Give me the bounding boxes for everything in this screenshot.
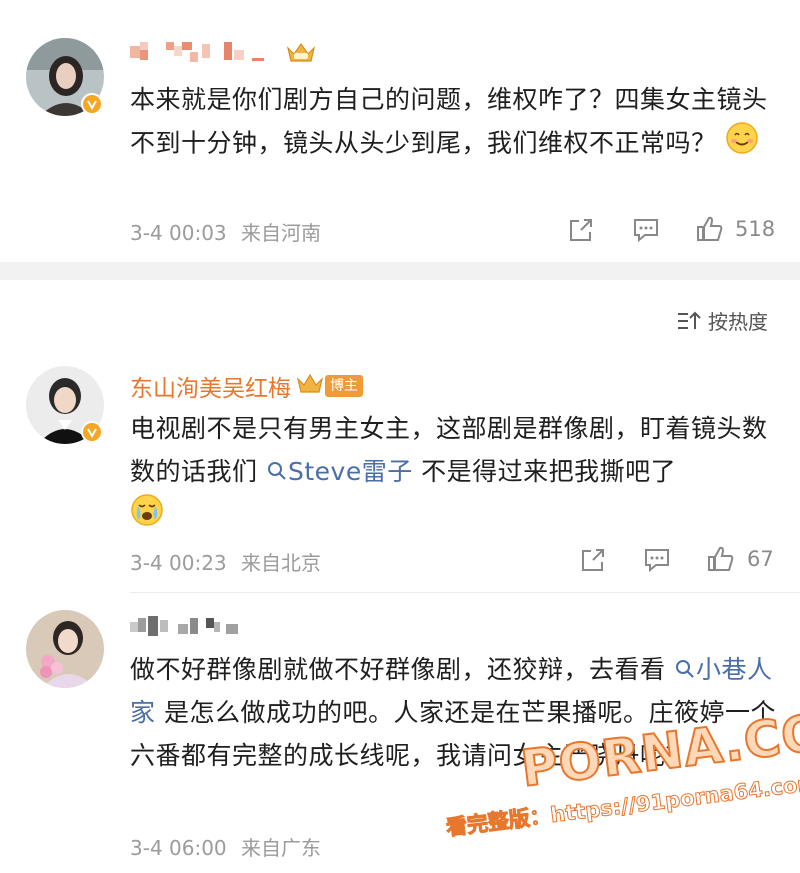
sort-icon xyxy=(678,311,701,329)
like-icon[interactable] xyxy=(705,544,737,574)
comment-meta: 3-4 06:00 来自广东 xyxy=(130,832,321,861)
username[interactable]: 东山洵美吴红梅 xyxy=(130,369,291,403)
mention-link-text: Steve雷子 xyxy=(287,457,413,486)
verified-badge-icon xyxy=(81,421,103,443)
comment-text-before: 做不好群像剧就做不好群像剧，还狡辩，去看看 xyxy=(130,655,666,684)
comment-text: 本来就是你们剧方自己的问题，维权咋了？四集女主镜头不到十分钟，镜头从头少到尾，我… xyxy=(130,78,780,168)
mention-link[interactable]: Steve雷子 xyxy=(266,457,413,486)
like-count: 67 xyxy=(747,547,774,571)
timestamp: 3-4 06:00 xyxy=(130,836,227,860)
comment-meta: 3-4 00:03 来自河南 xyxy=(130,217,321,246)
comment-icon[interactable] xyxy=(642,546,672,574)
username-row: 东山洵美吴红梅 博主 xyxy=(130,369,363,403)
username-blurred[interactable] xyxy=(130,614,280,640)
crying-emoji-icon xyxy=(130,493,164,540)
pixelated-username xyxy=(130,616,238,636)
verified-badge-icon xyxy=(81,93,103,115)
smile-emoji-icon xyxy=(725,121,759,168)
comment-divider xyxy=(130,592,800,593)
comment-text-content: 本来就是你们剧方自己的问题，维权咋了？四集女主镜头不到十分钟，镜头从头少到尾，我… xyxy=(130,85,768,158)
location: 来自河南 xyxy=(241,221,322,245)
location: 来自北京 xyxy=(241,551,322,575)
sort-toggle[interactable]: 按热度 xyxy=(676,306,768,335)
comment-icon[interactable] xyxy=(631,216,661,244)
search-icon xyxy=(267,462,286,480)
like-icon[interactable] xyxy=(694,214,726,244)
timestamp: 3-4 00:23 xyxy=(130,551,227,575)
comment-text-after: 不是得过来把我撕吧了 xyxy=(421,457,677,486)
blogger-badge: 博主 xyxy=(325,375,363,397)
search-icon xyxy=(675,660,694,678)
avatar[interactable] xyxy=(26,610,104,688)
share-icon[interactable] xyxy=(578,546,608,574)
like-count: 518 xyxy=(735,217,776,241)
pixelated-username xyxy=(130,42,264,62)
vip-crown-icon xyxy=(295,372,325,400)
section-divider xyxy=(0,262,800,280)
timestamp: 3-4 00:03 xyxy=(130,221,227,245)
avatar-photo xyxy=(26,610,104,688)
comment-text: 电视剧不是只有男主女主，这部剧是群像剧，盯着镜头数数的话我们 Steve雷子 不… xyxy=(130,407,780,540)
sort-label: 按热度 xyxy=(708,310,768,334)
comment-meta: 3-4 00:23 来自北京 xyxy=(130,547,321,576)
vip-crown-icon xyxy=(285,40,317,66)
username-blurred[interactable] xyxy=(130,40,280,66)
share-icon[interactable] xyxy=(566,216,596,244)
location: 来自广东 xyxy=(241,836,322,860)
